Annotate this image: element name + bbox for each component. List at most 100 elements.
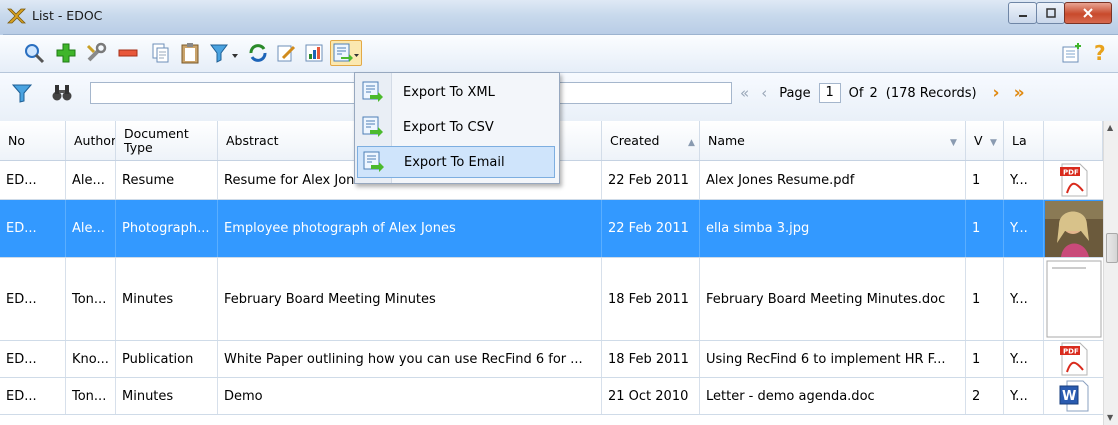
- svg-text:?: ?: [1094, 42, 1106, 64]
- export-dropdown-button[interactable]: [330, 40, 362, 66]
- scroll-down-icon[interactable]: ▼: [1107, 413, 1113, 422]
- table-row[interactable]: ED... Kno... Publication White Paper out…: [0, 341, 1103, 378]
- filter-dropdown-icon: [210, 44, 238, 63]
- search-icon: [25, 44, 45, 64]
- filter-arrow-icon: ▼: [990, 138, 997, 148]
- add-button[interactable]: [54, 41, 78, 65]
- cell-la: Y...: [1004, 161, 1044, 199]
- close-button[interactable]: [1064, 2, 1112, 24]
- vertical-scrollbar[interactable]: ▲ ▼: [1103, 121, 1118, 425]
- svg-text:PDF: PDF: [1063, 169, 1079, 177]
- maximize-button[interactable]: [1036, 2, 1065, 24]
- pdf-icon: PDF: [1044, 341, 1103, 377]
- cell-document-type: Minutes: [116, 378, 218, 414]
- new-record-icon: [1062, 43, 1081, 63]
- table-row[interactable]: ED... Ton... Minutes Demo 21 Oct 2010 Le…: [0, 378, 1103, 415]
- cell-v: 1: [966, 200, 1004, 257]
- refresh-button[interactable]: [246, 41, 270, 65]
- scroll-up-icon[interactable]: ▲: [1107, 123, 1113, 132]
- report-icon: [305, 44, 323, 62]
- export-dropdown-icon: [333, 43, 359, 62]
- column-header-thumbnail: [1044, 121, 1103, 160]
- record-count: (178 Records): [885, 85, 977, 101]
- edit-button[interactable]: [274, 41, 298, 65]
- first-page-icon[interactable]: «: [740, 84, 749, 102]
- cell-no: ED...: [0, 200, 66, 257]
- close-icon: [1083, 8, 1093, 18]
- word-icon: W: [1044, 378, 1103, 414]
- column-header-v-label: V: [974, 132, 983, 148]
- cell-document-type: Publication: [116, 341, 218, 377]
- page-number-input[interactable]: 1: [818, 83, 841, 103]
- paste-button[interactable]: [178, 41, 202, 65]
- column-header-author[interactable]: Author: [66, 121, 116, 160]
- menu-item-export-email[interactable]: Export To Email: [357, 146, 555, 178]
- column-header-no[interactable]: No: [0, 121, 66, 160]
- photo-thumbnail: [1044, 200, 1103, 257]
- cell-no: ED...: [0, 161, 66, 199]
- export-icon: [357, 115, 389, 139]
- find-button[interactable]: [50, 81, 74, 105]
- filter-button[interactable]: [10, 81, 34, 105]
- help-button[interactable]: ?: [1088, 41, 1112, 65]
- search-button[interactable]: [22, 41, 46, 65]
- new-record-button[interactable]: [1060, 41, 1084, 65]
- cell-author: Ton...: [66, 258, 116, 340]
- column-header-name-label: Name: [708, 132, 745, 148]
- maximize-icon: [1045, 8, 1056, 18]
- table-row-selected[interactable]: ED... Ale... Photograph... Employee phot…: [0, 200, 1103, 258]
- remove-icon: [118, 49, 138, 57]
- table-row[interactable]: ED... Ton... Minutes February Board Meet…: [0, 258, 1103, 341]
- cell-v: 1: [966, 258, 1004, 340]
- scrollbar-thumb[interactable]: [1106, 233, 1118, 263]
- binoculars-icon: [52, 85, 72, 101]
- svg-text:PDF: PDF: [1063, 348, 1079, 356]
- menu-item-label: Export To CSV: [403, 119, 494, 135]
- cell-created: 22 Feb 2011: [602, 200, 700, 257]
- clipboard-icon: [181, 43, 199, 64]
- cell-no: ED...: [0, 341, 66, 377]
- next-page-icon[interactable]: ›: [993, 83, 1000, 103]
- previous-page-icon[interactable]: ‹: [761, 84, 767, 102]
- cell-name: Alex Jones Resume.pdf: [700, 161, 966, 199]
- last-page-icon[interactable]: »: [1014, 83, 1025, 103]
- cell-name: Letter - demo agenda.doc: [700, 378, 966, 414]
- toolbar: ?: [0, 35, 1118, 73]
- window-title: List - EDOC: [32, 8, 103, 23]
- cell-name: February Board Meeting Minutes.doc: [700, 258, 966, 340]
- cell-author: Kno...: [66, 341, 116, 377]
- page-label: Page: [779, 85, 811, 101]
- cell-abstract: White Paper outlining how you can use Re…: [218, 341, 602, 377]
- copy-button[interactable]: [148, 41, 172, 65]
- filter-dropdown-button[interactable]: [208, 41, 240, 65]
- column-header-created-label: Created: [610, 132, 660, 148]
- cell-created: 18 Feb 2011: [602, 258, 700, 340]
- filter-arrow-icon: ▼: [950, 138, 957, 148]
- refresh-icon: [249, 44, 267, 62]
- cell-document-type: Resume: [116, 161, 218, 199]
- column-header-la[interactable]: La: [1004, 121, 1044, 160]
- cell-name: Using RecFind 6 to implement HR F...: [700, 341, 966, 377]
- column-header-v[interactable]: V ▼: [966, 121, 1004, 160]
- report-button[interactable]: [302, 41, 326, 65]
- minimize-icon: [1018, 15, 1027, 17]
- cell-abstract: Employee photograph of Alex Jones: [218, 200, 602, 257]
- cell-created: 22 Feb 2011: [602, 161, 700, 199]
- column-header-document-type[interactable]: Document Type: [116, 121, 218, 160]
- minimize-button[interactable]: [1008, 2, 1037, 24]
- cell-created: 21 Oct 2010: [602, 378, 700, 414]
- cell-author: Ton...: [66, 378, 116, 414]
- copy-icon: [152, 43, 169, 63]
- tools-button[interactable]: [84, 41, 108, 65]
- cell-v: 1: [966, 161, 1004, 199]
- pdf-icon: PDF: [1044, 161, 1103, 199]
- menu-item-export-xml[interactable]: Export To XML: [357, 76, 555, 108]
- cell-la: Y...: [1004, 378, 1044, 414]
- svg-text:W: W: [1062, 389, 1076, 404]
- cell-la: Y...: [1004, 200, 1044, 257]
- menu-item-export-csv[interactable]: Export To CSV: [357, 111, 555, 143]
- table-row[interactable]: [0, 415, 1103, 425]
- column-header-name[interactable]: Name ▼: [700, 121, 966, 160]
- remove-button[interactable]: [116, 41, 140, 65]
- column-header-created[interactable]: Created ▲: [602, 121, 700, 160]
